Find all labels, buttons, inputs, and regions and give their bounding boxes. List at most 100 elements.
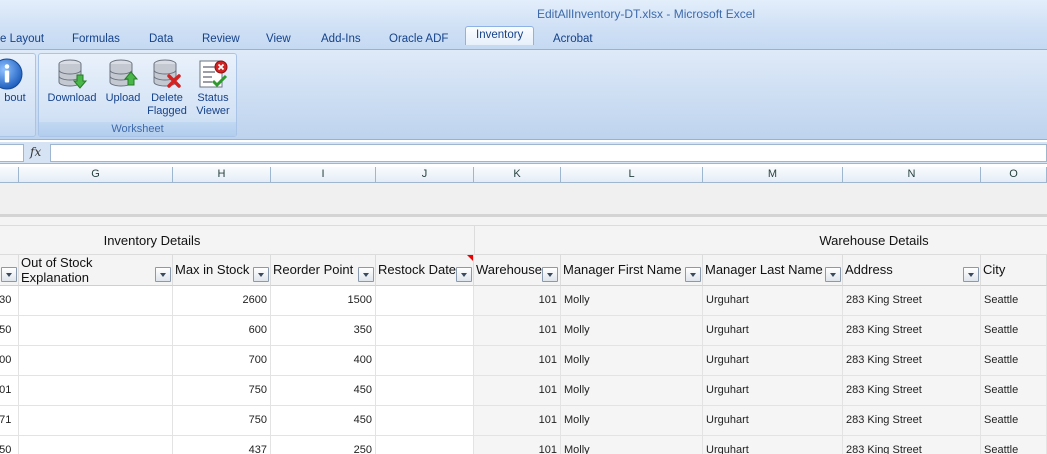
tab-formulas[interactable]: Formulas: [72, 31, 120, 50]
cell-n-row-1[interactable]: 283 King Street: [843, 286, 981, 316]
upload-button[interactable]: Upload: [103, 58, 143, 105]
cell-o-row-4[interactable]: Seattle: [981, 376, 1047, 406]
cell-m-row-2[interactable]: Urguhart: [703, 316, 843, 346]
cell-m-row-1[interactable]: Urguhart: [703, 286, 843, 316]
column-header-m[interactable]: M: [703, 167, 843, 183]
cell-f-row-3[interactable]: 400: [0, 346, 19, 376]
cell-n-row-6[interactable]: 283 King Street: [843, 436, 981, 454]
cell-n-row-5[interactable]: 283 King Street: [843, 406, 981, 436]
cell-m-row-4[interactable]: Urguhart: [703, 376, 843, 406]
cell-i-row-6[interactable]: 250: [271, 436, 376, 454]
cell-o-row-6[interactable]: Seattle: [981, 436, 1047, 454]
cell-m-row-3[interactable]: Urguhart: [703, 346, 843, 376]
cell-g-row-6[interactable]: [19, 436, 173, 454]
filter-dropdown-reorder-point[interactable]: [358, 267, 374, 282]
cell-i-row-4[interactable]: 450: [271, 376, 376, 406]
column-header-f[interactable]: [0, 167, 19, 183]
header-label-max-in-stock: Max in Stock: [175, 262, 250, 277]
download-button[interactable]: Download: [43, 58, 101, 105]
filter-dropdown-address[interactable]: [963, 267, 979, 282]
filter-dropdown-warehouse[interactable]: [542, 267, 558, 282]
cell-h-row-3[interactable]: 700: [173, 346, 271, 376]
filter-dropdown-manager-first-name[interactable]: [685, 267, 701, 282]
cell-n-row-2[interactable]: 283 King Street: [843, 316, 981, 346]
tab-acrobat[interactable]: Acrobat: [553, 31, 593, 50]
cell-f-row-5[interactable]: 471: [0, 406, 19, 436]
cell-i-row-1[interactable]: 1500: [271, 286, 376, 316]
cell-k-row-3[interactable]: 101: [474, 346, 561, 376]
column-header-j[interactable]: J: [376, 167, 474, 183]
cell-o-row-2[interactable]: Seattle: [981, 316, 1047, 346]
cell-m-row-6[interactable]: Urguhart: [703, 436, 843, 454]
cell-h-row-6[interactable]: 437: [173, 436, 271, 454]
delete-flagged-button[interactable]: Delete Flagged: [145, 58, 189, 118]
cell-f-row-4[interactable]: 501: [0, 376, 19, 406]
column-header-o[interactable]: O: [981, 167, 1047, 183]
cell-l-row-2[interactable]: Molly: [561, 316, 703, 346]
cell-n-row-4[interactable]: 283 King Street: [843, 376, 981, 406]
about-button[interactable]: bout: [0, 58, 35, 105]
cell-i-row-2[interactable]: 350: [271, 316, 376, 346]
cell-k-row-6[interactable]: 101: [474, 436, 561, 454]
cell-f-row-6[interactable]: 250: [0, 436, 19, 454]
cell-j-row-2[interactable]: [376, 316, 474, 346]
filter-dropdown-restock-date[interactable]: [456, 267, 472, 282]
cell-g-row-5[interactable]: [19, 406, 173, 436]
cell-k-row-4[interactable]: 101: [474, 376, 561, 406]
tab-add-ins[interactable]: Add-Ins: [321, 31, 361, 50]
cell-o-row-5[interactable]: Seattle: [981, 406, 1047, 436]
cell-o-row-3[interactable]: Seattle: [981, 346, 1047, 376]
filter-dropdown-max-in-stock[interactable]: [253, 267, 269, 282]
function-icon[interactable]: fx: [30, 145, 41, 159]
cell-l-row-6[interactable]: Molly: [561, 436, 703, 454]
cell-f-row-1[interactable]: 530: [0, 286, 19, 316]
column-header-g[interactable]: G: [19, 167, 173, 183]
tab-page-layout[interactable]: e Layout: [0, 31, 44, 50]
filter-dropdown-manager-last-name[interactable]: [825, 267, 841, 282]
column-header-n[interactable]: N: [843, 167, 981, 183]
cell-j-row-1[interactable]: [376, 286, 474, 316]
cell-k-row-5[interactable]: 101: [474, 406, 561, 436]
cell-n-row-3[interactable]: 283 King Street: [843, 346, 981, 376]
cell-o-row-1[interactable]: Seattle: [981, 286, 1047, 316]
cell-m-row-5[interactable]: Urguhart: [703, 406, 843, 436]
cell-i-row-5[interactable]: 450: [271, 406, 376, 436]
cell-k-row-2[interactable]: 101: [474, 316, 561, 346]
tab-view[interactable]: View: [266, 31, 291, 50]
cell-h-row-5[interactable]: 750: [173, 406, 271, 436]
column-header-l[interactable]: L: [561, 167, 703, 183]
cell-h-row-4[interactable]: 750: [173, 376, 271, 406]
tab-inventory[interactable]: Inventory: [465, 26, 535, 45]
cell-h-row-1[interactable]: 2600: [173, 286, 271, 316]
tab-oracle-adf[interactable]: Oracle ADF: [389, 31, 448, 50]
column-header-k[interactable]: K: [474, 167, 561, 183]
cell-l-row-5[interactable]: Molly: [561, 406, 703, 436]
cell-g-row-4[interactable]: [19, 376, 173, 406]
cell-l-row-3[interactable]: Molly: [561, 346, 703, 376]
name-box[interactable]: [0, 144, 24, 162]
comment-indicator[interactable]: [467, 255, 473, 261]
database-delete-icon: [153, 59, 181, 88]
tab-data[interactable]: Data: [149, 31, 173, 50]
cell-g-row-3[interactable]: [19, 346, 173, 376]
filter-dropdown-f[interactable]: [1, 267, 17, 282]
cell-g-row-1[interactable]: [19, 286, 173, 316]
cell-l-row-4[interactable]: Molly: [561, 376, 703, 406]
cell-j-row-4[interactable]: [376, 376, 474, 406]
filter-dropdown-out-of-stock[interactable]: [155, 267, 171, 282]
cell-k-row-1[interactable]: 101: [474, 286, 561, 316]
cell-j-row-5[interactable]: [376, 406, 474, 436]
status-viewer-button[interactable]: Status Viewer: [191, 58, 235, 118]
cell-i-row-3[interactable]: 400: [271, 346, 376, 376]
cell-j-row-3[interactable]: [376, 346, 474, 376]
cell-j-row-6[interactable]: [376, 436, 474, 454]
cell-h-row-2[interactable]: 600: [173, 316, 271, 346]
formula-input[interactable]: [50, 144, 1047, 162]
cell-f-row-2[interactable]: 350: [0, 316, 19, 346]
cell-l-row-1[interactable]: Molly: [561, 286, 703, 316]
cell-g-row-2[interactable]: [19, 316, 173, 346]
column-header-i[interactable]: I: [271, 167, 376, 183]
column-header-h[interactable]: H: [173, 167, 271, 183]
warehouse-details-label: Warehouse Details: [819, 233, 929, 248]
tab-review[interactable]: Review: [202, 31, 240, 50]
